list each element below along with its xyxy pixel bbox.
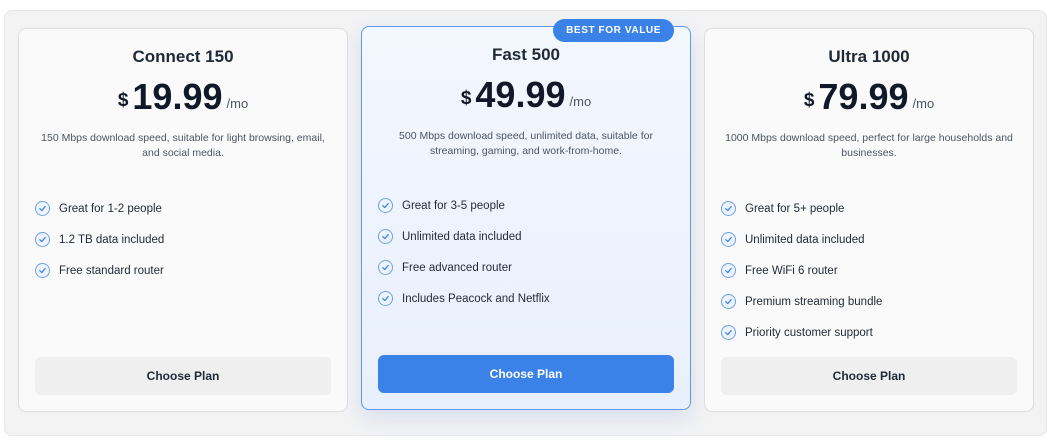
price-period: /mo [569,94,592,109]
plan-price: $ 49.99 /mo [362,75,690,115]
plan-description: 500 Mbps download speed, unlimited data,… [399,130,653,157]
feature-label: Unlimited data included [402,230,522,243]
feature-list: Great for 1-2 people 1.2 TB data include… [35,193,164,286]
feature-item: Free advanced router [378,252,550,283]
plan-description: 150 Mbps download speed, suitable for li… [41,132,325,159]
price-currency: $ [803,90,815,111]
feature-label: 1.2 TB data included [59,233,165,246]
plan-title: Ultra 1000 [828,47,910,66]
price-amount: 79.99 [818,76,909,117]
feature-item: 1.2 TB data included [35,224,164,255]
check-circle-icon [35,232,50,247]
feature-item: Great for 3-5 people [378,190,550,221]
price-amount: 19.99 [132,76,223,117]
feature-item: Great for 1-2 people [35,193,164,224]
plan-card-fast-500: BEST FOR VALUE Fast 500 $ 49.99 /mo 500 … [361,19,691,410]
feature-item: Priority customer support [721,317,882,348]
plan-card-connect-150: Connect 150 $ 19.99 /mo 150 Mbps downloa… [18,28,348,412]
price-period: /mo [912,96,935,111]
feature-label: Free WiFi 6 router [745,264,838,277]
feature-label: Premium streaming bundle [745,295,883,308]
feature-label: Great for 3-5 people [402,199,505,212]
check-circle-icon [378,198,393,213]
check-circle-icon [721,232,736,247]
feature-label: Includes Peacock and Netflix [402,292,550,305]
feature-item: Great for 5+ people [721,193,882,224]
choose-plan-button[interactable]: Choose Plan [35,357,331,395]
check-circle-icon [378,229,393,244]
plan-price: $ 79.99 /mo [705,77,1033,117]
price-currency: $ [117,90,129,111]
feature-label: Priority customer support [745,326,873,339]
price-period: /mo [226,96,249,111]
plan-description: 1000 Mbps download speed, perfect for la… [725,132,1013,159]
price-currency: $ [460,88,472,109]
feature-item: Includes Peacock and Netflix [378,283,550,314]
plan-title: Connect 150 [132,47,234,66]
feature-label: Free standard router [59,264,164,277]
choose-plan-button[interactable]: Choose Plan [721,357,1017,395]
plan-price: $ 19.99 /mo [19,77,347,117]
plan-card-ultra-1000: Ultra 1000 $ 79.99 /mo 1000 Mbps downloa… [704,28,1034,412]
check-circle-icon [721,263,736,278]
feature-label: Free advanced router [402,261,512,274]
feature-label: Great for 5+ people [745,202,845,215]
feature-item: Free WiFi 6 router [721,255,882,286]
feature-item: Unlimited data included [721,224,882,255]
check-circle-icon [378,291,393,306]
feature-item: Free standard router [35,255,164,286]
feature-item: Unlimited data included [378,221,550,252]
check-circle-icon [35,201,50,216]
feature-label: Great for 1-2 people [59,202,162,215]
price-amount: 49.99 [475,74,566,115]
check-circle-icon [35,263,50,278]
feature-label: Unlimited data included [745,233,865,246]
best-value-badge: BEST FOR VALUE [553,19,674,42]
feature-item: Premium streaming bundle [721,286,882,317]
choose-plan-button[interactable]: Choose Plan [378,355,674,393]
check-circle-icon [721,294,736,309]
check-circle-icon [721,201,736,216]
feature-list: Great for 5+ people Unlimited data inclu… [721,193,882,348]
check-circle-icon [721,325,736,340]
plan-title: Fast 500 [491,45,561,64]
feature-list: Great for 3-5 people Unlimited data incl… [378,190,550,314]
check-circle-icon [378,260,393,275]
